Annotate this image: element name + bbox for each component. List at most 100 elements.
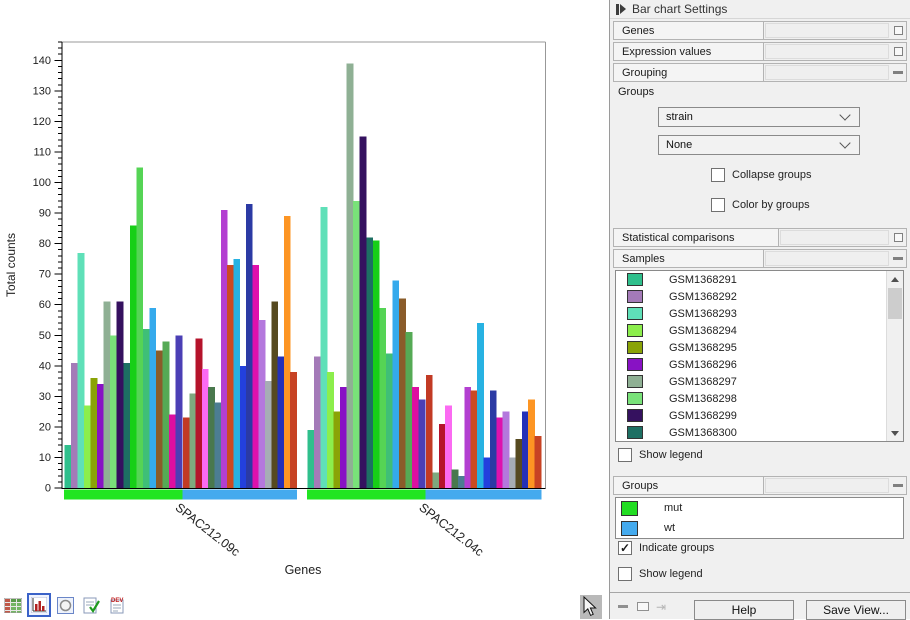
dev-document-view-button[interactable]: DEV [106,594,128,616]
collapse-section-icon[interactable] [890,64,906,81]
primary-group-dropdown[interactable]: strain [658,107,860,127]
scroll-up-icon[interactable] [887,271,903,287]
settings-side-panel: Bar chart Settings Genes Expression valu… [609,0,910,619]
color-by-groups-label: Color by groups [732,199,810,211]
bar [509,457,516,488]
sample-list-item[interactable]: GSM1368292 [616,288,903,305]
bar [149,308,156,488]
section-header-expression-values[interactable]: Expression values [613,42,907,61]
bar [284,216,291,488]
groups-show-legend-row: Show legend [618,566,703,582]
group-name-label: mut [664,502,682,514]
bar [327,372,334,488]
scroll-down-icon[interactable] [887,425,903,441]
y-tick-label: 40 [39,360,51,372]
collapse-all-icon[interactable] [618,593,628,620]
section-header-samples[interactable]: Samples [613,249,907,268]
section-header-genes[interactable]: Genes [613,21,907,40]
bar [162,341,169,488]
save-view-button[interactable]: Save View... [806,600,906,620]
float-section-icon[interactable] [890,22,906,39]
bar [314,357,321,488]
section-header-grouping[interactable]: Grouping [613,63,907,82]
y-tick-label: 50 [39,330,51,342]
groups-label: Groups [618,86,654,98]
group-list-item[interactable]: mut [616,498,903,518]
bar [156,351,163,488]
sample-color-swatch [627,375,643,388]
chevron-down-icon [839,109,850,120]
bar-chart-view-button[interactable] [28,594,50,616]
bar [117,302,124,488]
bar [477,323,484,488]
bar [308,430,315,488]
y-tick-label: 20 [39,421,51,433]
bar [104,302,111,488]
new-view-icon[interactable] [637,593,649,620]
collapse-section-icon[interactable] [890,250,906,267]
bar [130,225,137,488]
indicate-groups-checkbox[interactable] [618,541,632,555]
bar [426,375,433,488]
section-header-statistical-comparisons[interactable]: Statistical comparisons [613,228,907,247]
samples-list: GSM1368291GSM1368292GSM1368293GSM1368294… [615,270,904,442]
groups-show-legend-checkbox[interactable] [618,567,632,581]
secondary-group-dropdown[interactable]: None [658,135,860,155]
clock-view-button[interactable] [54,594,76,616]
section-label-groups: Groups [614,477,764,494]
samples-scrollbar[interactable] [886,271,903,441]
bar [535,436,542,488]
scrollbar-thumb[interactable] [888,288,902,319]
check-document-view-icon [83,597,100,614]
sample-id-label: GSM1368298 [669,393,737,405]
sample-id-label: GSM1368300 [669,427,737,439]
sample-list-item[interactable]: GSM1368297 [616,373,903,390]
bar [418,399,425,488]
group-color-swatch [621,521,638,536]
section-label-grouping: Grouping [614,64,764,81]
bar [496,418,503,488]
sample-id-label: GSM1368295 [669,342,737,354]
section-label-samples: Samples [614,250,764,267]
group-list-item[interactable]: wt [616,518,903,538]
bar [490,390,497,488]
check-document-view-button[interactable] [80,594,102,616]
sample-list-item[interactable]: GSM1368299 [616,407,903,424]
bar [97,384,104,488]
color-by-groups-checkbox[interactable] [711,198,725,212]
group-strip-mut [64,490,183,500]
sample-id-label: GSM1368296 [669,359,737,371]
bar [334,412,341,488]
bar [386,354,393,488]
help-button[interactable]: Help [694,600,794,620]
dock-view-icon[interactable]: ⇥ [656,593,666,620]
sample-list-item[interactable]: GSM1368295 [616,339,903,356]
sample-list-item[interactable]: GSM1368300 [616,424,903,441]
bar [528,399,535,488]
sample-color-swatch [627,324,643,337]
samples-show-legend-checkbox[interactable] [618,448,632,462]
sample-list-item[interactable]: GSM1368298 [616,390,903,407]
view-switcher-toolbar: DEV [2,592,128,618]
sample-color-swatch [627,273,643,286]
y-tick-label: 130 [33,85,51,97]
section-label-expression-values: Expression values [614,43,764,60]
section-label-genes: Genes [614,22,764,39]
sample-list-item[interactable]: GSM1368294 [616,322,903,339]
float-section-icon[interactable] [890,229,906,246]
bar [321,207,328,488]
collapse-groups-checkbox[interactable] [711,168,725,182]
sample-list-item[interactable]: GSM1368293 [616,305,903,322]
collapse-panel-icon[interactable] [616,4,626,15]
bar [392,280,399,488]
y-tick-label: 80 [39,238,51,250]
section-header-groups[interactable]: Groups [613,476,907,495]
panel-title-bar[interactable]: Bar chart Settings [610,0,910,19]
collapse-section-icon[interactable] [890,477,906,494]
bar [221,210,228,488]
sample-list-item[interactable]: GSM1368296 [616,356,903,373]
mouse-cursor-icon [583,596,598,617]
float-section-icon[interactable] [890,43,906,60]
table-view-button[interactable] [2,594,24,616]
sample-list-item[interactable]: GSM1368291 [616,271,903,288]
